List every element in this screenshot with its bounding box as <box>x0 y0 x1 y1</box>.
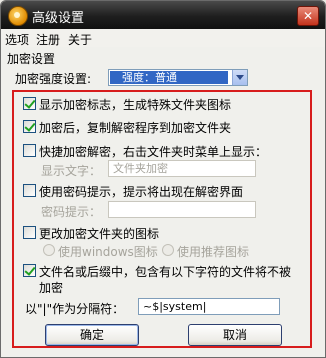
radio-recommended-icon[interactable] <box>162 244 174 256</box>
title-bar[interactable]: 高级设置 ✕ <box>1 1 325 29</box>
password-hint-label: 使用密码提示，提示将出现在解密界面 <box>39 185 244 199</box>
dialog-body: 加密设置 加密强度设置: 强度：普通 显示加密标志，生成特殊文件夹图标 加密后，… <box>1 47 325 357</box>
exclude-names-label-line2: 加密 <box>39 281 64 295</box>
change-icon-label: 更改加密文件夹的图标 <box>39 227 160 241</box>
menu-register[interactable]: 注册 <box>36 31 60 48</box>
password-hint-field-label: 密码提示： <box>41 205 102 219</box>
cancel-button[interactable]: 取消 <box>188 324 282 346</box>
show-marks-label: 显示加密标志，生成特殊文件夹图标 <box>39 98 232 112</box>
window-title: 高级设置 <box>32 11 85 26</box>
exclude-names-checkbox[interactable] <box>23 264 36 277</box>
settings-window: 高级设置 ✕ 选项 注册 关于 加密设置 加密强度设置: 强度：普通 显示加密标… <box>0 0 326 358</box>
menu-about[interactable]: 关于 <box>68 31 92 48</box>
radio-windows-icon[interactable] <box>43 244 55 256</box>
separator-label: 以"|"作为分隔符： <box>25 302 125 316</box>
show-marks-checkbox[interactable] <box>23 97 36 110</box>
display-text-field[interactable]: 文件夹加密 <box>108 160 256 177</box>
password-hint-checkbox[interactable] <box>23 184 36 197</box>
menu-bar: 选项 注册 关于 <box>1 29 325 47</box>
change-icon-checkbox[interactable] <box>23 226 36 239</box>
radio-recommended-label: 使用推荐图标 <box>177 245 250 259</box>
app-icon <box>8 6 28 26</box>
quick-decrypt-checkbox[interactable] <box>23 144 36 157</box>
close-button[interactable]: ✕ <box>297 6 319 26</box>
display-text-label: 显示文字： <box>41 164 102 178</box>
menu-options[interactable]: 选项 <box>5 31 29 48</box>
quick-decrypt-label: 快捷加密解密，右击文件夹时菜单上显示： <box>39 145 268 159</box>
exclude-chars-field[interactable]: ~$|system| <box>138 298 280 315</box>
ok-button[interactable]: 确定 <box>45 324 139 346</box>
chevron-down-icon[interactable] <box>232 70 247 85</box>
radio-windows-label: 使用windows图标 <box>58 245 158 259</box>
strength-label: 加密强度设置: <box>15 72 92 86</box>
exclude-names-label-line1: 文件名或后缀中，包含有以下字符的文件将不被 <box>39 265 292 279</box>
copy-decrypt-label: 加密后，复制解密程序到加密文件夹 <box>39 121 232 135</box>
copy-decrypt-checkbox[interactable] <box>23 120 36 133</box>
password-hint-field[interactable] <box>108 201 256 218</box>
encrypt-section-label: 加密设置 <box>7 52 56 66</box>
strength-select-value: 强度：普通 <box>110 71 228 84</box>
strength-select[interactable]: 强度：普通 <box>108 69 248 86</box>
